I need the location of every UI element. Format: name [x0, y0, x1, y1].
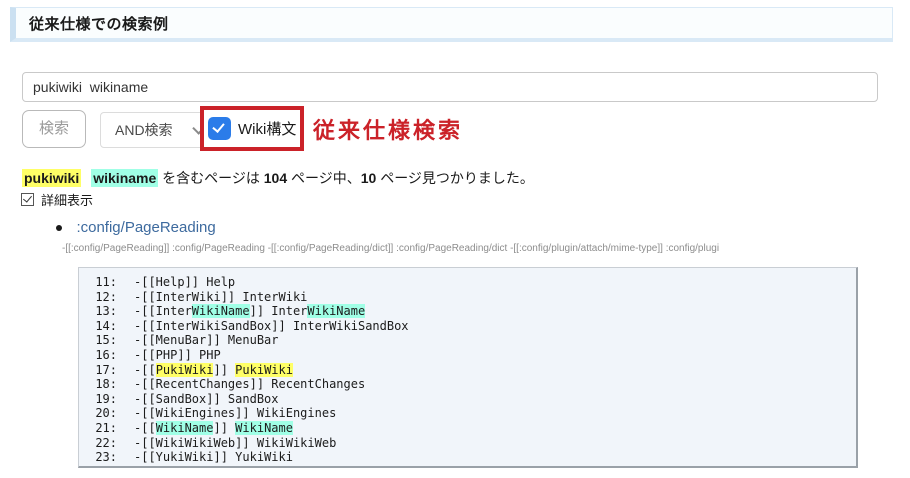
code-line-number: 20:: [89, 406, 117, 421]
code-line-content: -[[InterWikiName]] InterWikiName: [134, 304, 365, 318]
detail-display-checkbox[interactable]: [21, 193, 34, 206]
code-line-number: 21:: [89, 421, 117, 436]
result-page-link[interactable]: :config/PageReading: [76, 219, 215, 236]
result-summary: pukiwiki wikiname を含むページは 104 ページ中、10 ページ…: [22, 168, 534, 188]
result-meta-text: -[[:config/PageReading]] :config/PageRea…: [62, 243, 907, 254]
code-line-number: 11:: [89, 275, 117, 290]
code-line-number: 18:: [89, 377, 117, 392]
code-line-number: 14:: [89, 319, 117, 334]
code-line: 11: -[[Help]] Help: [89, 275, 848, 290]
code-line-number: 13:: [89, 304, 117, 319]
code-line-number: 16:: [89, 348, 117, 363]
result-text-3: ページ見つかりました。: [376, 170, 534, 186]
code-line: 22: -[[WikiWikiWeb]] WikiWikiWeb: [89, 436, 848, 451]
code-line-content: -[[Help]] Help: [134, 275, 235, 289]
code-line: 12: -[[InterWiki]] InterWiki: [89, 290, 848, 305]
result-found-pages: 10: [361, 170, 377, 186]
search-mode-value: AND検索: [115, 120, 173, 140]
red-annotation-text: 従来仕様検索: [313, 113, 463, 145]
code-line: 19: -[[SandBox]] SandBox: [89, 392, 848, 407]
code-line: 14: -[[InterWikiSandBox]] InterWikiSandBo…: [89, 319, 848, 334]
code-line-content: -[[MenuBar]] MenuBar: [134, 333, 279, 347]
code-line: 17: -[[PukiWiki]] PukiWiki: [89, 363, 848, 378]
code-line: 13: -[[InterWikiName]] InterWikiName: [89, 304, 848, 319]
section-heading-bar: 従来仕様での検索例: [10, 7, 893, 42]
code-line: 21: -[[WikiName]] WikiName: [89, 421, 848, 436]
code-line: 20: -[[WikiEngines]] WikiEngines: [89, 406, 848, 421]
wiki-syntax-callout-box: Wiki構文: [200, 106, 304, 151]
code-line: 23: -[[YukiWiki]] YukiWiki: [89, 450, 848, 465]
code-line-content: -[[WikiName]] WikiName: [134, 421, 293, 435]
section-heading-title: 従来仕様での検索例: [16, 13, 169, 34]
code-line-number: 17:: [89, 363, 117, 378]
detail-display-label: 詳細表示: [41, 190, 93, 209]
checkmark-icon: [23, 193, 32, 202]
code-line-content: -[[WikiWikiWeb]] WikiWikiWeb: [134, 436, 336, 450]
result-list-item: :config/PageReading: [56, 219, 216, 237]
code-line-number: 19:: [89, 392, 117, 407]
result-total-pages: 104: [264, 170, 287, 186]
code-line-number: 22:: [89, 436, 117, 451]
highlighted-term-2: wikiname: [91, 169, 158, 187]
code-line-number: 12:: [89, 290, 117, 305]
code-line: 18: -[[RecentChanges]] RecentChanges: [89, 377, 848, 392]
code-line-number: 23:: [89, 450, 117, 465]
search-mode-select[interactable]: AND検索: [100, 112, 212, 148]
search-query-input[interactable]: [22, 72, 878, 102]
page: 従来仕様での検索例 検索 AND検索 Wiki構文 従来仕様検索 pukiwik…: [0, 0, 910, 478]
result-text-1: を含むページは: [158, 170, 264, 186]
checkmark-icon: [212, 120, 224, 133]
code-line-content: -[[PHP]] PHP: [134, 348, 221, 362]
code-line: 15: -[[MenuBar]] MenuBar: [89, 333, 848, 348]
code-line-content: -[[SandBox]] SandBox: [134, 392, 279, 406]
bullet-icon: [56, 225, 62, 231]
code-line-content: -[[YukiWiki]] YukiWiki: [134, 450, 293, 464]
wiki-syntax-checkbox[interactable]: [208, 117, 231, 140]
result-text-2: ページ中、: [287, 170, 361, 186]
highlighted-term-1: pukiwiki: [22, 169, 81, 187]
code-line-content: -[[PukiWiki]] PukiWiki: [134, 363, 293, 377]
code-line-content: -[[WikiEngines]] WikiEngines: [134, 406, 336, 420]
code-line: 16: -[[PHP]] PHP: [89, 348, 848, 363]
code-line-content: -[[InterWiki]] InterWiki: [134, 290, 307, 304]
detail-display-row: 詳細表示: [21, 190, 93, 209]
code-line-content: -[[InterWikiSandBox]] InterWikiSandBox: [134, 319, 409, 333]
code-line-number: 15:: [89, 333, 117, 348]
wiki-syntax-label: Wiki構文: [238, 118, 296, 139]
code-line-content: -[[RecentChanges]] RecentChanges: [134, 377, 365, 391]
code-block: 11: -[[Help]] Help 12: -[[InterWiki]] Inter…: [78, 267, 858, 468]
search-button[interactable]: 検索: [22, 110, 86, 148]
